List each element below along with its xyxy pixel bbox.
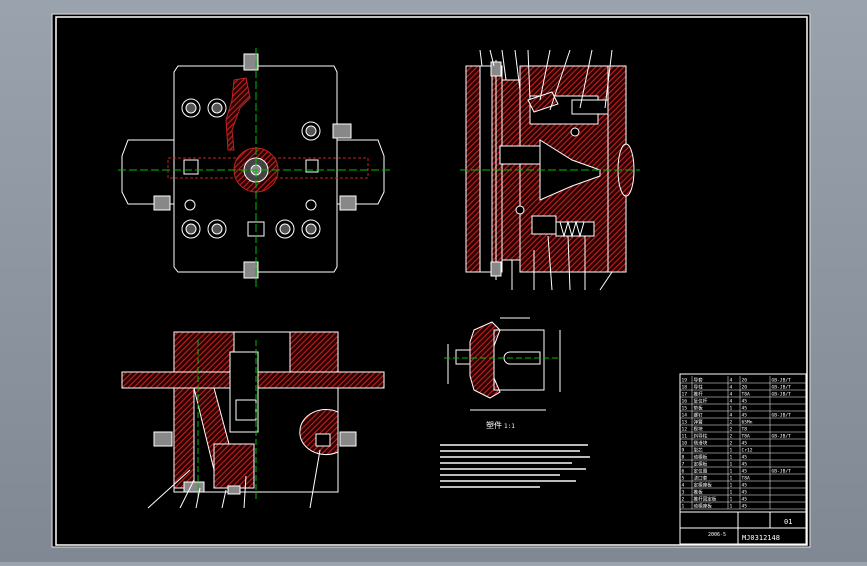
bom-cell: 推杆 bbox=[694, 391, 704, 398]
bom-cell: 45 bbox=[742, 441, 748, 447]
bom-cell: 5 bbox=[682, 476, 685, 482]
bom-cell: 导套 bbox=[694, 377, 704, 384]
bom-cell: T8A bbox=[742, 392, 751, 398]
bom-cell: 1 bbox=[730, 476, 733, 482]
bom-cell: T8A bbox=[742, 434, 751, 440]
bom-cell: 6 bbox=[682, 469, 685, 475]
bom-cell: 型芯 bbox=[694, 447, 704, 454]
bom-cell: 复位杆 bbox=[694, 398, 708, 405]
bom-cell: 45 bbox=[742, 504, 748, 510]
bom-cell: Cr12 bbox=[742, 448, 753, 454]
bom-cell: 3 bbox=[682, 490, 685, 496]
bom-cell: 11 bbox=[682, 434, 688, 440]
bom-cell: GB-JB/T bbox=[772, 434, 792, 440]
bom-cell: 2 bbox=[730, 441, 733, 447]
bom-cell: 15 bbox=[682, 406, 688, 412]
bom-cell: 45 bbox=[742, 497, 748, 503]
bom-cell: 1 bbox=[730, 490, 733, 496]
bom-cell: 9 bbox=[682, 448, 685, 454]
bom-cell: 1 bbox=[730, 483, 733, 489]
bom-cell: 斜导柱 bbox=[694, 433, 708, 440]
bom-cell: GB-JB/T bbox=[772, 378, 792, 384]
bom-cell: 12 bbox=[682, 427, 688, 433]
bom-cell: 45 bbox=[742, 413, 748, 419]
bom-cell: 45 bbox=[742, 490, 748, 496]
bom-cell: 7 bbox=[682, 462, 685, 468]
bom-cell: 20 bbox=[742, 385, 748, 391]
bom-cell: 1 bbox=[730, 497, 733, 503]
part-view-scale: 1:1 bbox=[504, 423, 515, 430]
drawing-date: 2006-5 bbox=[708, 532, 726, 538]
bom-cell: 17 bbox=[682, 392, 688, 398]
bom-cell: 8 bbox=[682, 455, 685, 461]
bom-cell: 4 bbox=[682, 483, 685, 489]
bom-cell: 动模座板 bbox=[694, 503, 713, 510]
bom-cell: 弹簧 bbox=[694, 419, 704, 426]
bom-cell: 4 bbox=[730, 413, 733, 419]
bom-cell: 螺钉 bbox=[694, 412, 704, 419]
bom-cell: 侧滑块 bbox=[694, 440, 708, 447]
bom-cell: 2 bbox=[730, 434, 733, 440]
bom-cell: 4 bbox=[730, 392, 733, 398]
bom-cell: 导柱 bbox=[694, 384, 704, 391]
bom-cell: 2 bbox=[682, 497, 685, 503]
bom-cell: 45 bbox=[742, 483, 748, 489]
bom-cell: 1 bbox=[730, 504, 733, 510]
bom-cell: 19 bbox=[682, 378, 688, 384]
cad-viewport[interactable]: 塑件 1:1 19 导套 4 20 GB-JB/T 18 导柱 4 20 GB-JB/T 17 推杆 4… bbox=[0, 0, 867, 562]
bom-cell: 4 bbox=[730, 385, 733, 391]
bom-cell: 推板 bbox=[694, 489, 704, 496]
bom-cell: GB-JB/T bbox=[772, 469, 792, 475]
bom-cell: 定模板 bbox=[694, 461, 708, 468]
bom-cell: 1 bbox=[730, 469, 733, 475]
bom-cell: 45 bbox=[742, 469, 748, 475]
sheet-code: 01 bbox=[784, 518, 792, 526]
drawing-canvas[interactable]: 塑件 1:1 19 导套 4 20 GB-JB/T18 导柱 4 20 GB-JB/T17 推杆 4… bbox=[0, 0, 867, 562]
bom-cell: 定位圈 bbox=[694, 468, 708, 475]
bom-cell: 1 bbox=[682, 504, 685, 510]
bom-cell: GB-JB/T bbox=[772, 392, 792, 398]
bom-cell: 2 bbox=[730, 427, 733, 433]
drawing-number: MJ0312148 bbox=[742, 534, 780, 542]
bom-cell: 18 bbox=[682, 385, 688, 391]
bom-cell: 65Mn bbox=[742, 420, 753, 426]
bom-cell: T8 bbox=[742, 427, 748, 433]
bom-cell: 14 bbox=[682, 413, 688, 419]
bom-cell: 1 bbox=[730, 455, 733, 461]
bom-cell: T8A bbox=[742, 476, 751, 482]
bom-cell: 4 bbox=[730, 378, 733, 384]
bom-cell: 16 bbox=[682, 399, 688, 405]
bom-cell: 4 bbox=[730, 399, 733, 405]
bom-cell: 1 bbox=[730, 448, 733, 454]
bom-cell: 45 bbox=[742, 455, 748, 461]
bom-cell: 1 bbox=[730, 406, 733, 412]
bom-cell: 10 bbox=[682, 441, 688, 447]
bom-cell: 45 bbox=[742, 399, 748, 405]
bom-cell: 2 bbox=[730, 420, 733, 426]
bom-cell: 13 bbox=[682, 420, 688, 426]
bom-cell: 推杆固定板 bbox=[694, 496, 717, 503]
bom-cell: 定模座板 bbox=[694, 482, 713, 489]
bom-cell: GB-JB/T bbox=[772, 385, 792, 391]
bom-cell: 浇口套 bbox=[694, 475, 708, 482]
bom-cell: 垫板 bbox=[694, 405, 704, 412]
bom-cell: 动模板 bbox=[694, 454, 708, 461]
bom-cell: 1 bbox=[730, 462, 733, 468]
bom-cell: 楔块 bbox=[694, 426, 704, 433]
bom-cell: 45 bbox=[742, 462, 748, 468]
bom-cell: 45 bbox=[742, 406, 748, 412]
part-view-label: 塑件 bbox=[486, 420, 502, 430]
bom-cell: 20 bbox=[742, 378, 748, 384]
bom-cell: GB-JB/T bbox=[772, 413, 792, 419]
